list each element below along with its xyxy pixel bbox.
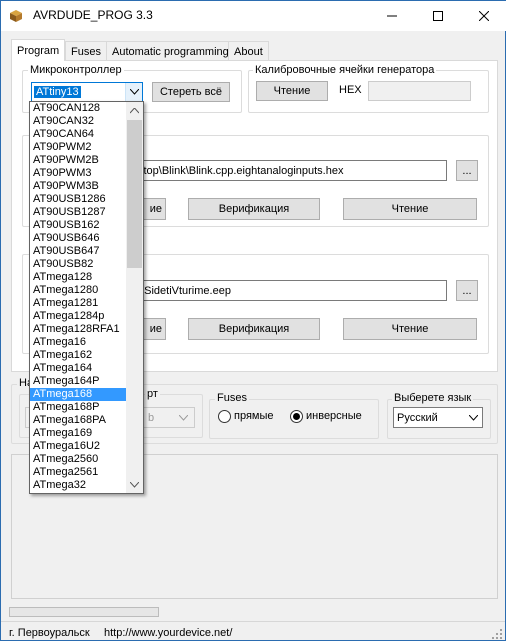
- hex-value-field[interactable]: [368, 81, 471, 101]
- mcu-option[interactable]: ATmega1281: [30, 297, 126, 310]
- mcu-option[interactable]: ATmega162: [30, 349, 126, 362]
- language-legend: Выберете язык: [392, 392, 474, 404]
- mcu-option[interactable]: AT90PWM3B: [30, 180, 126, 193]
- mcu-option[interactable]: ATmega16: [30, 336, 126, 349]
- maximize-button[interactable]: [415, 1, 461, 31]
- chevron-down-icon: [130, 481, 139, 488]
- mcu-option[interactable]: ATmega32: [30, 479, 126, 492]
- tab-fuses[interactable]: Fuses: [65, 41, 107, 61]
- close-button[interactable]: [461, 1, 506, 31]
- flash-browse-button[interactable]: ...: [456, 160, 478, 181]
- flash-file-path-text: ktop\Blink\Blink.cpp.eightanaloginputs.h…: [138, 164, 344, 177]
- language-select[interactable]: Русский: [393, 407, 483, 428]
- mcu-option[interactable]: ATmega164P: [30, 375, 126, 388]
- mcu-option-list: AT90CAN128 AT90CAN32 AT90CAN64 AT90PWM2 AT90…: [30, 102, 126, 492]
- maximize-icon: [433, 11, 443, 21]
- calibration-legend: Калибровочные ячейки генератора: [253, 64, 437, 76]
- status-bar: г. Первоуральск http://www.yourdevice.ne…: [1, 621, 505, 641]
- port-legend: рт: [145, 388, 160, 400]
- erase-all-button[interactable]: Стереть всё: [152, 82, 230, 102]
- title-bar: AVRDUDE_PROG 3.3: [1, 1, 506, 31]
- mcu-option[interactable]: AT90PWM2: [30, 141, 126, 154]
- mcu-option[interactable]: AT90CAN64: [30, 128, 126, 141]
- window-title: AVRDUDE_PROG 3.3: [33, 8, 153, 22]
- resize-grip-icon[interactable]: [491, 628, 503, 640]
- eeprom-file-path[interactable]: hSidetiVturime.eep: [133, 280, 447, 301]
- mcu-dropdown-list[interactable]: AT90CAN128 AT90CAN32 AT90CAN64 AT90PWM2 AT90…: [29, 101, 144, 494]
- mcu-option[interactable]: ATmega168P: [30, 401, 126, 414]
- scroll-up-arrow[interactable]: [126, 102, 143, 119]
- app-icon: [10, 10, 22, 22]
- close-icon: [479, 11, 489, 21]
- calibration-read-button[interactable]: Чтение: [256, 81, 328, 101]
- eeprom-browse-button[interactable]: ...: [456, 280, 478, 301]
- tab-about[interactable]: About: [228, 41, 269, 61]
- mcu-option[interactable]: AT90USB82: [30, 258, 126, 271]
- mcu-option[interactable]: ATmega128RFA1: [30, 323, 126, 336]
- chevron-up-icon: [130, 107, 139, 113]
- mcu-selected-value: ATtiny13: [34, 86, 81, 98]
- tab-strip: Program Fuses Automatic programming Abou…: [11, 39, 281, 61]
- mcu-option[interactable]: ATmega168: [30, 388, 126, 401]
- app-window: AVRDUDE_PROG 3.3 Program Fuses Automatic…: [0, 0, 506, 641]
- fuses-direct-radio[interactable]: [218, 410, 231, 423]
- mcu-option[interactable]: AT90CAN128: [30, 102, 126, 115]
- fuses-direct-label: прямые: [234, 410, 274, 422]
- mcu-option[interactable]: AT90USB1287: [30, 206, 126, 219]
- chevron-down-icon: [469, 415, 478, 421]
- mcu-option[interactable]: ATmega2561: [30, 466, 126, 479]
- mcu-option[interactable]: ATmega128: [30, 271, 126, 284]
- mcu-option[interactable]: ATmega164: [30, 362, 126, 375]
- tab-automatic-programming[interactable]: Automatic programming: [106, 41, 235, 61]
- language-select-value: Русский: [397, 411, 438, 424]
- progress-bar: [9, 607, 159, 617]
- mcu-option[interactable]: AT90USB162: [30, 219, 126, 232]
- port-select-value: b: [148, 411, 155, 424]
- flash-verify-button[interactable]: Верификация: [188, 198, 320, 220]
- status-city: г. Первоуральск: [9, 627, 90, 639]
- minimize-button[interactable]: [369, 1, 415, 31]
- mcu-legend: Микроконтроллер: [28, 64, 124, 76]
- eeprom-verify-button[interactable]: Верификация: [188, 318, 320, 340]
- mcu-option[interactable]: ATmega2560: [30, 453, 126, 466]
- fuses-legend: Fuses: [215, 392, 249, 404]
- scroll-thumb[interactable]: [127, 120, 142, 268]
- scroll-down-arrow[interactable]: [126, 476, 143, 493]
- dropdown-scrollbar[interactable]: [126, 102, 143, 493]
- fuses-inverse-label: инверсные: [306, 410, 362, 422]
- mcu-option[interactable]: ATmega16U2: [30, 440, 126, 453]
- minimize-icon: [387, 15, 397, 17]
- mcu-option[interactable]: AT90USB1286: [30, 193, 126, 206]
- tab-program[interactable]: Program: [11, 39, 66, 61]
- mcu-option[interactable]: ATmega169: [30, 427, 126, 440]
- chevron-down-icon: [179, 415, 188, 421]
- eeprom-read-button[interactable]: Чтение: [343, 318, 477, 340]
- mcu-option[interactable]: AT90USB646: [30, 232, 126, 245]
- eeprom-file-path-text: hSidetiVturime.eep: [138, 284, 231, 297]
- mcu-option[interactable]: ATmega1280: [30, 284, 126, 297]
- mcu-option[interactable]: ATmega168PA: [30, 414, 126, 427]
- mcu-option[interactable]: ATmega1284p: [30, 310, 126, 323]
- fuses-inverse-radio[interactable]: [290, 410, 303, 423]
- flash-read-button[interactable]: Чтение: [343, 198, 477, 220]
- mcu-option[interactable]: AT90PWM2B: [30, 154, 126, 167]
- mcu-option[interactable]: AT90CAN32: [30, 115, 126, 128]
- mcu-option[interactable]: AT90PWM3: [30, 167, 126, 180]
- chevron-down-icon[interactable]: [125, 83, 142, 101]
- mcu-select[interactable]: ATtiny13: [31, 82, 143, 102]
- hex-label: HEX: [339, 84, 362, 96]
- status-url[interactable]: http://www.yourdevice.net/: [104, 627, 232, 639]
- flash-file-path[interactable]: ktop\Blink\Blink.cpp.eightanaloginputs.h…: [133, 160, 447, 181]
- mcu-option[interactable]: AT90USB647: [30, 245, 126, 258]
